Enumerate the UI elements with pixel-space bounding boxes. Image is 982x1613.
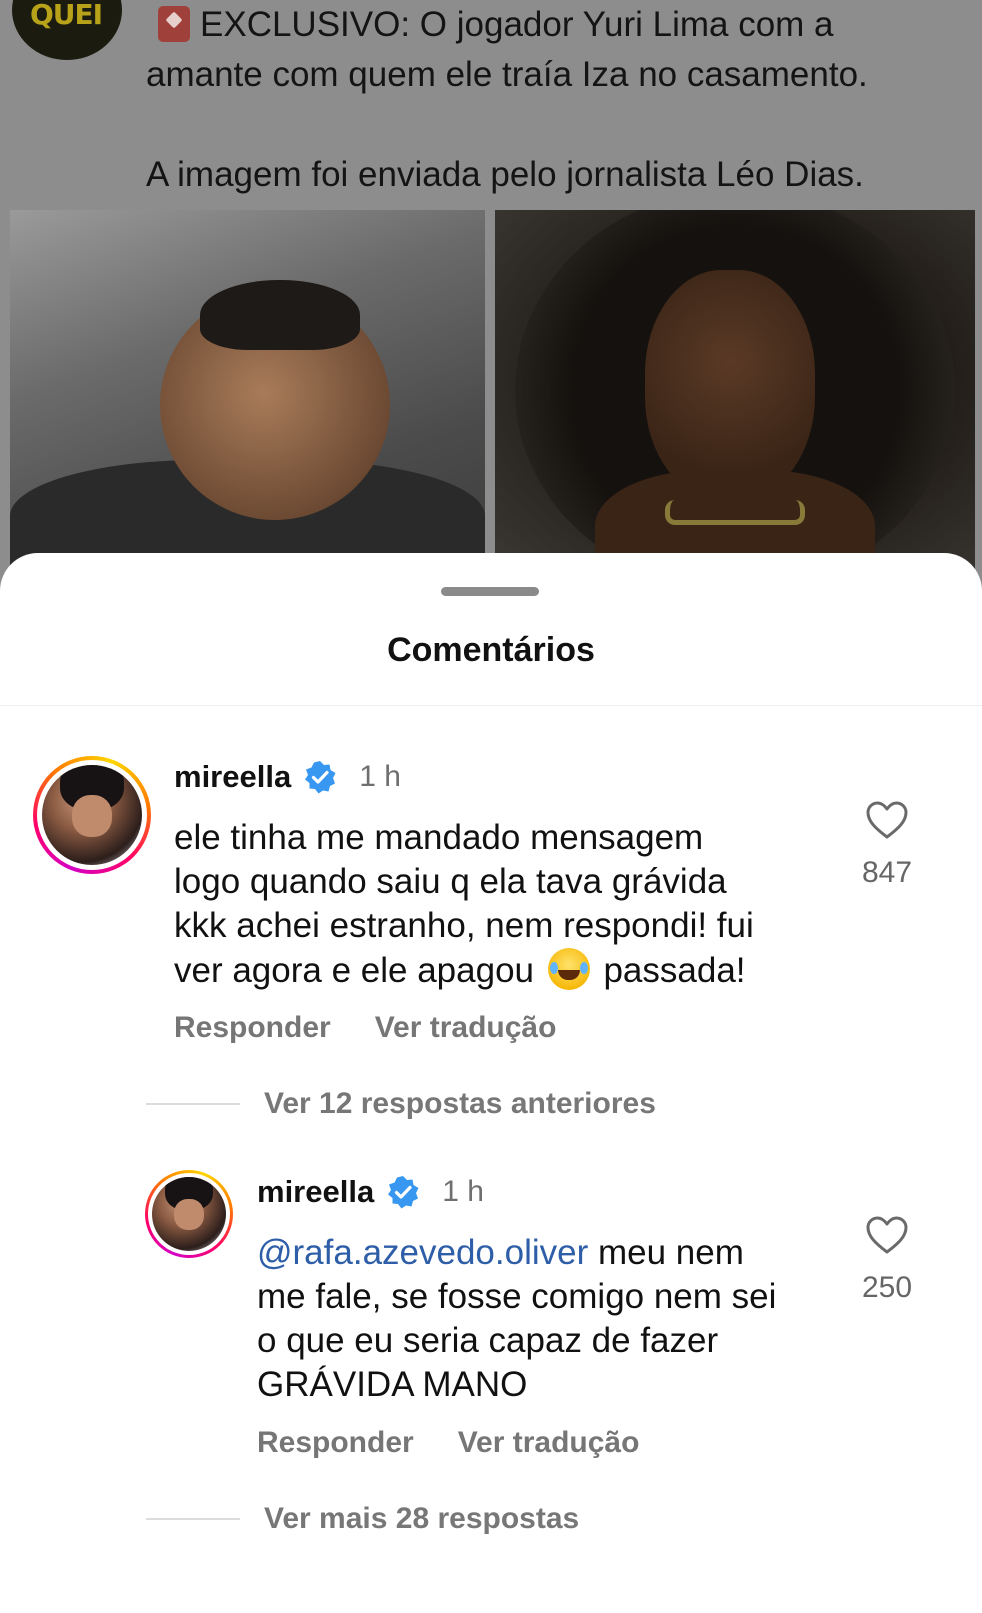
reply-text: @rafa.azevedo.oliver meu nem me fale, se… [257,1231,776,1407]
comment-text-line: kkk achei estranho, nem respondi! fui [174,906,754,945]
like-count: 847 [861,856,913,889]
post-caption-line: A imagem foi enviada pelo jornalista Léo… [146,155,864,194]
like-count: 250 [861,1271,913,1304]
avatar[interactable] [33,756,151,874]
post-avatar[interactable]: QUEI [12,0,122,60]
reply-header: mireella 1 h [257,1174,484,1210]
post-caption-line: amante com quem ele traía Iza no casamen… [146,55,868,94]
view-more-replies-label: Ver mais 28 respostas [264,1502,580,1535]
reply-time: 1 h [442,1175,484,1208]
reply-text-line: me fale, se fosse comigo nem sei [257,1277,777,1316]
comment-text: ele tinha me mandado mensagem logo quand… [174,816,754,993]
like-control: 250 [857,1215,917,1305]
post-caption-line: EXCLUSIVO: O jogador Yuri Lima com a [200,5,834,44]
comment-header: mireella 1 h [174,759,401,795]
view-previous-replies[interactable]: Ver 12 respostas anteriores [146,1087,656,1121]
reply-button[interactable]: Responder [257,1426,414,1460]
post-background: QUEI EXCLUSIVO: O jogador Yuri Lima com … [0,0,982,580]
reply-text-line: o que eu seria capaz de fazer [257,1321,719,1360]
divider [146,1103,240,1105]
comment-username[interactable]: mireella [174,759,291,795]
post-photo-left[interactable] [10,210,485,580]
reply-text-line: @rafa.azevedo.oliver meu nem [257,1233,744,1272]
heart-icon[interactable] [865,1215,909,1255]
avatar[interactable] [145,1170,233,1258]
see-translation-button[interactable]: Ver tradução [375,1011,557,1045]
reply-username[interactable]: mireella [257,1174,374,1210]
mention-link[interactable]: @rafa.azevedo.oliver [257,1233,588,1272]
verified-badge-icon [386,1175,420,1209]
post-caption: EXCLUSIVO: O jogador Yuri Lima com a ama… [146,0,966,200]
see-translation-button[interactable]: Ver tradução [458,1426,640,1460]
comment-actions: Responder Ver tradução [174,1011,556,1045]
like-control: 847 [857,800,917,890]
divider [146,1518,240,1520]
post-photo-right[interactable] [495,210,975,580]
comment-text-line: ver agora e ele apagou passada! [174,948,754,993]
sheet-drag-handle[interactable] [441,587,539,596]
tears-of-joy-emoji-icon [547,948,590,990]
heart-icon[interactable] [865,800,909,840]
sheet-title: Comentários [387,631,595,669]
verified-badge-icon [303,760,337,794]
view-more-replies[interactable]: Ver mais 28 respostas [146,1502,579,1536]
comment-time: 1 h [359,760,401,793]
post-avatar-logo-text: QUEI [30,0,103,31]
comments-sheet: Comentários mireella 1 h ele tinha me ma… [0,553,982,1613]
divider [0,705,982,706]
reply-button[interactable]: Responder [174,1011,331,1045]
view-previous-replies-label: Ver 12 respostas anteriores [264,1087,656,1120]
reply-text-line: GRÁVIDA MANO [257,1365,528,1404]
reply-actions: Responder Ver tradução [257,1426,639,1460]
comment-text-line: ele tinha me mandado mensagem [174,818,704,857]
comment-text-line: logo quando saiu q ela tava grávida [174,862,727,901]
